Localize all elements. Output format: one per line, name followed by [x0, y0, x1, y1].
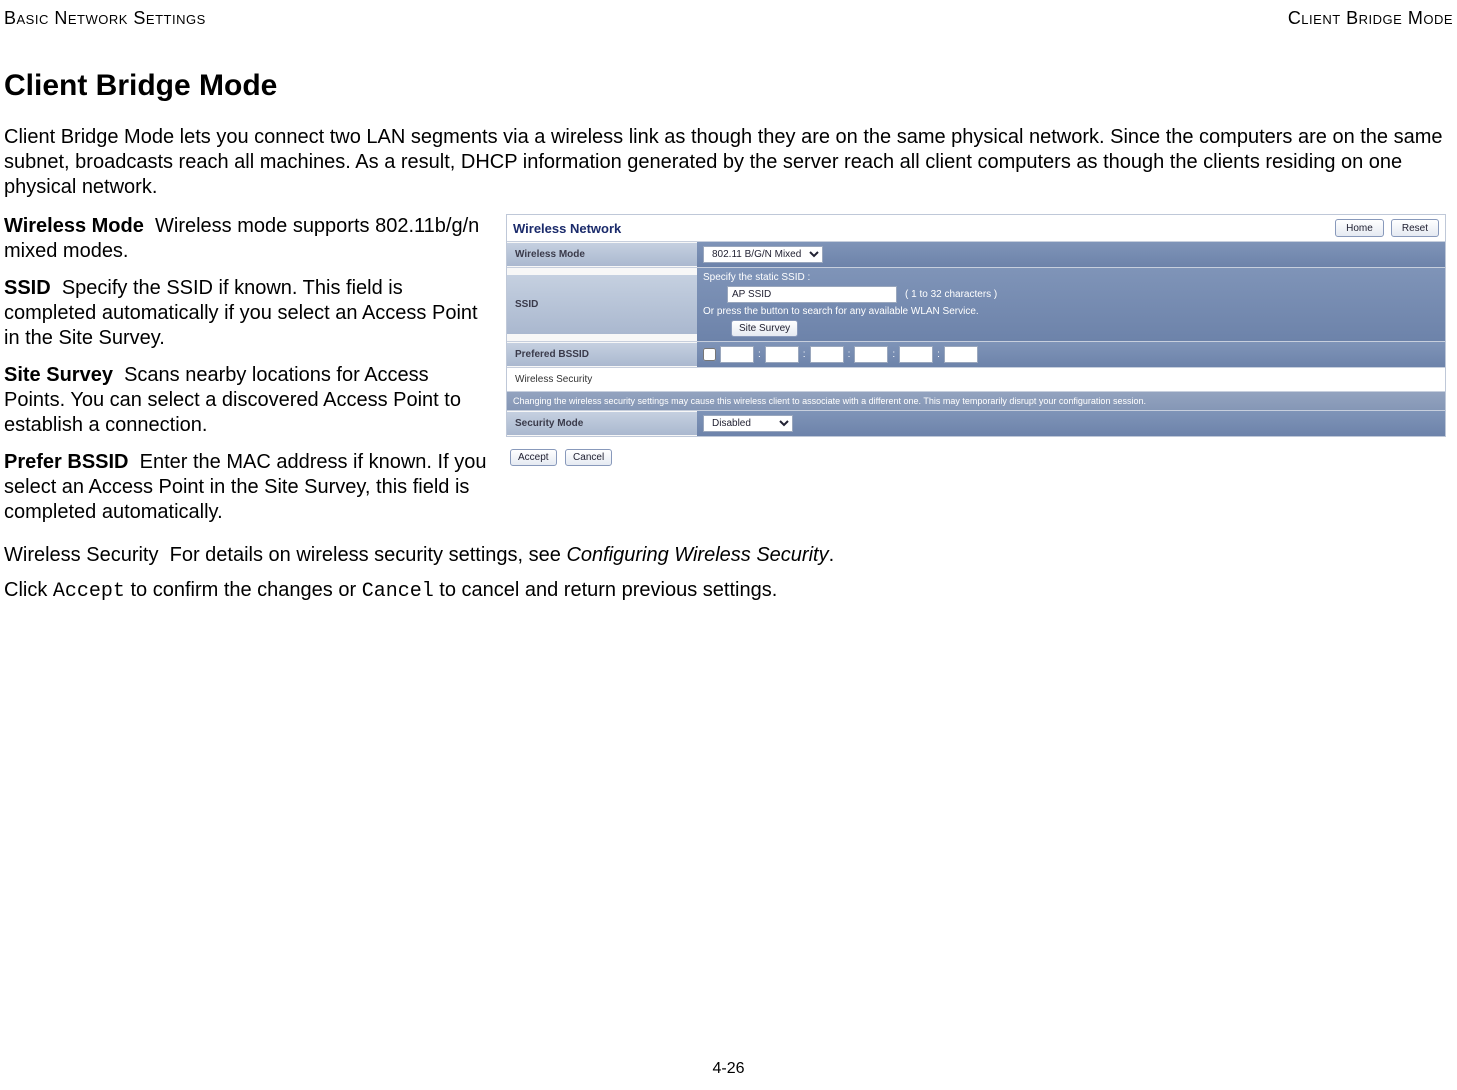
security-mode-label: Security Mode — [507, 412, 697, 435]
term: Site Survey — [4, 364, 113, 386]
config-screenshot: Wireless Network Home Reset Wireless Mod… — [506, 214, 1446, 437]
mac-5[interactable] — [899, 346, 933, 363]
cancel-button[interactable]: Cancel — [565, 449, 612, 466]
accept-button[interactable]: Accept — [510, 449, 557, 466]
ssid-press-text: Or press the button to search for any av… — [703, 306, 1439, 317]
def-ssid: SSID Specify the SSID if known. This fie… — [4, 276, 494, 351]
site-survey-button[interactable]: Site Survey — [731, 320, 798, 337]
term: Wireless Security — [4, 544, 158, 566]
ssid-specify-text: Specify the static SSID : — [703, 272, 1439, 283]
page-number: 4-26 — [0, 1060, 1457, 1078]
confirm-line: Click Accept to confirm the changes or C… — [4, 578, 1453, 604]
desc-link: Configuring Wireless Security — [566, 544, 828, 566]
desc-suffix: . — [829, 544, 835, 566]
wireless-mode-label: Wireless Mode — [507, 243, 697, 266]
security-mode-select[interactable]: Disabled — [703, 415, 793, 432]
def-prefer-bssid: Prefer BSSID Enter the MAC address if kn… — [4, 450, 494, 525]
term: Wireless Mode — [4, 215, 144, 237]
mac-6[interactable] — [944, 346, 978, 363]
mac-4[interactable] — [854, 346, 888, 363]
prefered-bssid-checkbox[interactable] — [703, 348, 716, 361]
term: Prefer BSSID — [4, 451, 129, 473]
accept-code: Accept — [53, 580, 125, 603]
mac-2[interactable] — [765, 346, 799, 363]
ssid-label: SSID — [507, 275, 697, 334]
panel-title: Wireless Network — [513, 221, 621, 236]
mac-1[interactable] — [720, 346, 754, 363]
ssid-char-hint: ( 1 to 32 characters ) — [905, 289, 997, 300]
page-title: Client Bridge Mode — [4, 69, 1453, 103]
wireless-security-header: Wireless Security — [507, 367, 1445, 391]
ssid-input[interactable] — [727, 286, 897, 303]
mac-3[interactable] — [810, 346, 844, 363]
header-right: Client Bridge Mode — [1288, 8, 1453, 29]
def-wireless-security: Wireless Security For details on wireles… — [4, 543, 1453, 568]
term: SSID — [4, 277, 51, 299]
wireless-mode-select[interactable]: 802.11 B/G/N Mixed — [703, 246, 823, 263]
security-change-note: Changing the wireless security settings … — [507, 391, 1445, 410]
home-button[interactable]: Home — [1335, 219, 1384, 237]
reset-button[interactable]: Reset — [1391, 219, 1439, 237]
def-wireless-mode: Wireless Mode Wireless mode supports 802… — [4, 214, 494, 264]
prefered-bssid-label: Prefered BSSID — [507, 343, 697, 366]
intro-paragraph: Client Bridge Mode lets you connect two … — [4, 125, 1453, 200]
desc-prefix: For details on wireless security setting… — [170, 544, 567, 566]
def-site-survey: Site Survey Scans nearby locations for A… — [4, 363, 494, 438]
header-left: Basic Network Settings — [4, 8, 206, 29]
desc: Specify the SSID if known. This field is… — [4, 277, 478, 349]
cancel-code: Cancel — [362, 580, 434, 603]
